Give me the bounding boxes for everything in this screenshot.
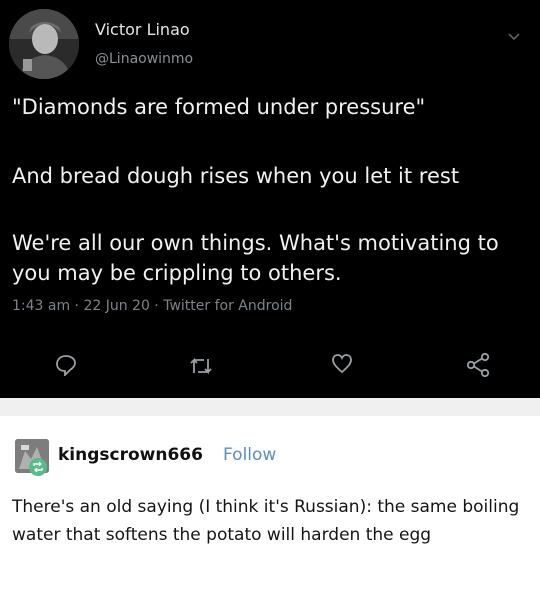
like-icon[interactable]	[331, 354, 353, 378]
follow-button[interactable]: Follow	[223, 445, 276, 465]
tweet-card: Victor Linao @Linaowinmo "Diamonds are f…	[0, 0, 540, 398]
section-divider	[0, 398, 540, 416]
tweet-text-line: We're all our own things. What's motivat…	[12, 231, 499, 285]
author-handle[interactable]: @Linaowinmo	[95, 51, 193, 67]
reply-icon[interactable]	[55, 354, 77, 380]
author-avatar[interactable]	[9, 9, 79, 79]
share-icon[interactable]	[466, 352, 490, 382]
tumblr-post-text: There's an old saying (I think it's Russ…	[12, 497, 520, 545]
tweet-text-line: And bread dough rises when you let it re…	[12, 164, 460, 188]
tumblr-username[interactable]: kingscrown666	[58, 445, 203, 465]
author-name[interactable]: Victor Linao	[95, 20, 190, 39]
tweet-meta: 1:43 am · 22 Jun 20 · Twitter for Androi…	[12, 298, 293, 314]
retweet-icon[interactable]	[189, 356, 213, 380]
chevron-down-icon[interactable]	[508, 26, 520, 45]
tweet-text-line: "Diamonds are formed under pressure"	[12, 95, 426, 119]
reblog-icon	[29, 458, 47, 476]
